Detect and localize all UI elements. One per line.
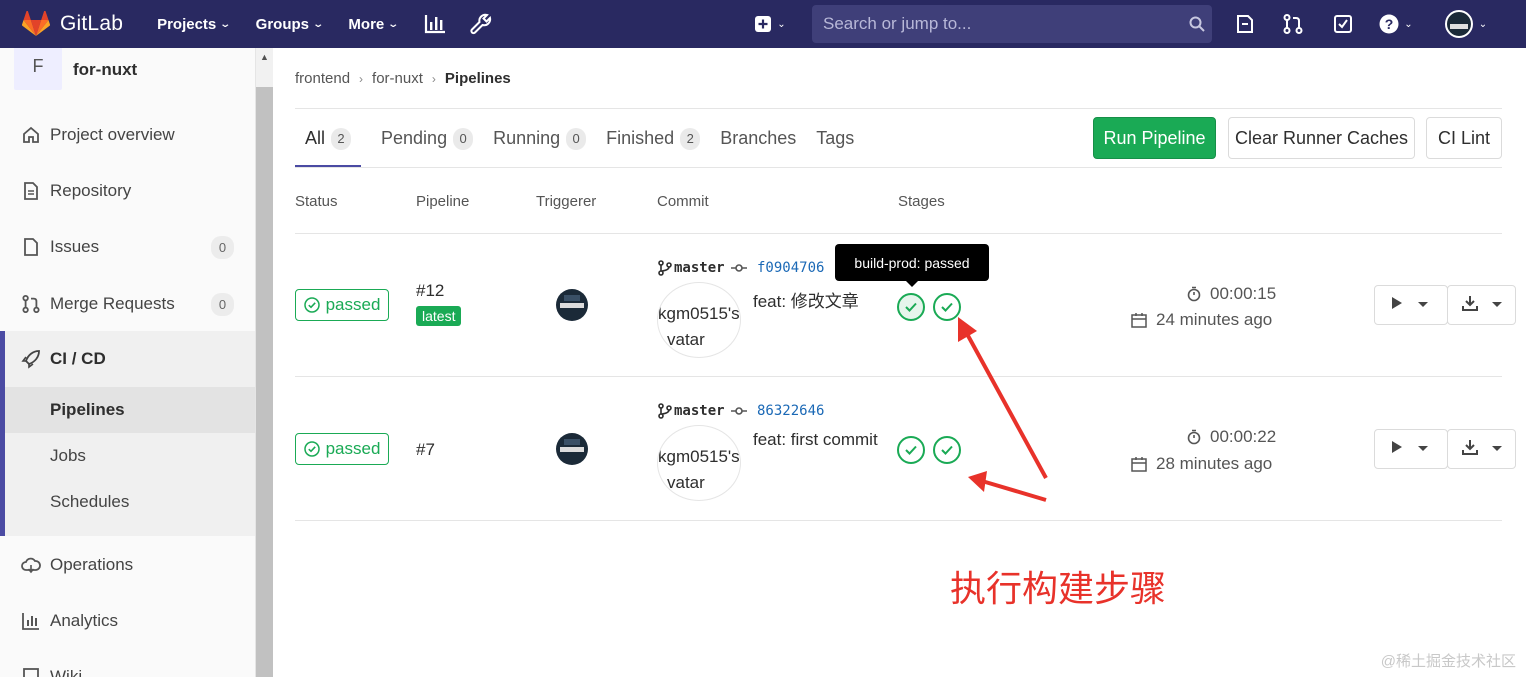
annotation-arrows: [958, 317, 1048, 502]
annotation-text: 执行构建步骤: [950, 568, 1167, 609]
watermark: @稀土掘金技术社区: [1380, 653, 1516, 670]
